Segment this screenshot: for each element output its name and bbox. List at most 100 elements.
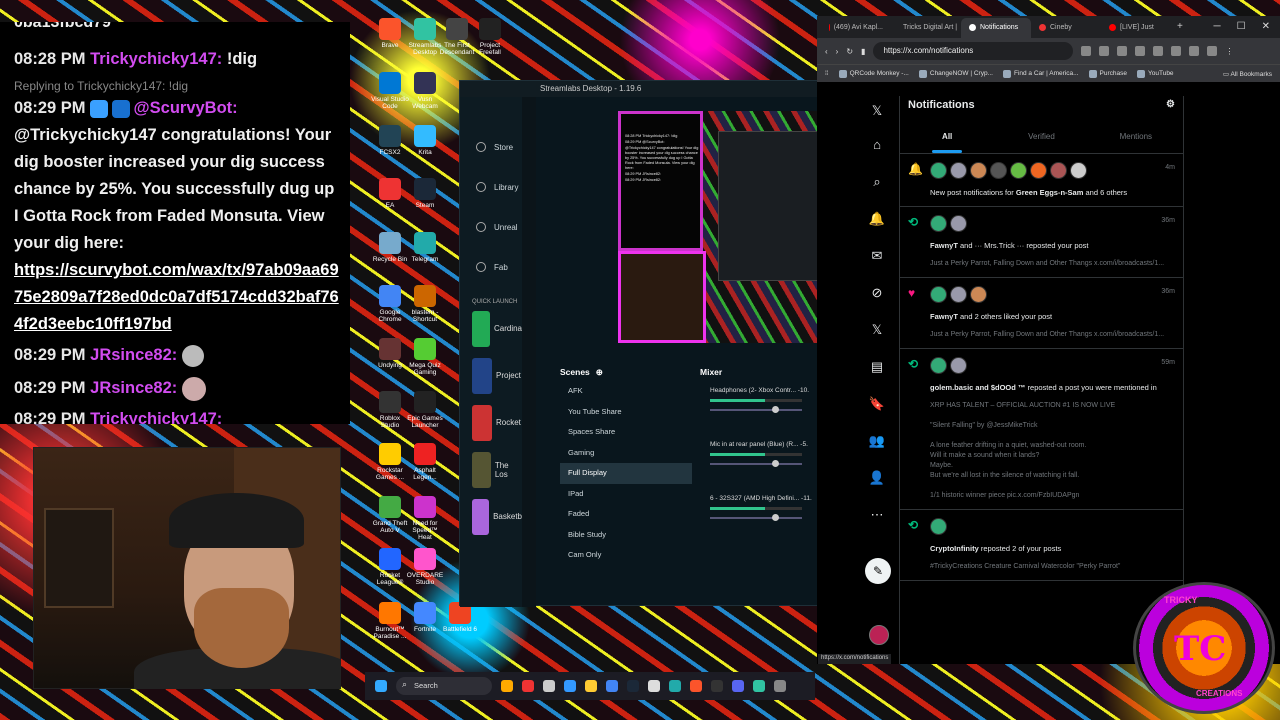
app-icon[interactable] (648, 680, 660, 692)
quick-launch-game[interactable]: Rocket (460, 399, 522, 446)
grok-icon[interactable]: ⊘ (865, 274, 889, 311)
desktop-icon[interactable]: Asphalt Legen... (405, 443, 445, 481)
scene-item[interactable]: Bible Study (560, 525, 692, 546)
nav-library[interactable]: Library (460, 167, 522, 207)
telegram-icon[interactable] (669, 680, 681, 692)
desktop-icon[interactable]: Vusn Webcam (405, 72, 445, 110)
notification-item[interactable]: ♥ 36m FawnyT and 2 others liked your post J… (900, 278, 1183, 349)
avatar[interactable] (990, 162, 1007, 179)
extension-icon[interactable] (1117, 46, 1128, 56)
browser-tab[interactable]: Notifications (961, 18, 1031, 38)
desktop-icon[interactable]: Rockstar Games ... (370, 443, 410, 481)
browser-tab[interactable]: Tricks Digital Art | (891, 18, 961, 38)
avatar[interactable] (950, 357, 967, 374)
nav-fab[interactable]: Fab (460, 247, 522, 287)
lists-icon[interactable]: ▤ (865, 348, 889, 385)
nav-store[interactable]: Store (460, 127, 522, 167)
avatar[interactable] (930, 215, 947, 232)
communities-icon[interactable]: 👥 (865, 422, 889, 459)
gear-icon[interactable]: ⚙ (1166, 99, 1175, 110)
mail-icon[interactable]: ✉ (865, 237, 889, 274)
browser-tab[interactable]: (469) Avi Kapl... (821, 18, 891, 38)
avatar[interactable] (930, 518, 947, 535)
bookmark-item[interactable]: YouTube (1137, 69, 1174, 78)
discord-icon[interactable] (732, 680, 744, 692)
url-field[interactable]: https://x.com/notifications (873, 42, 1074, 60)
app-icon[interactable] (522, 680, 534, 692)
avatar[interactable] (1050, 162, 1067, 179)
extension-icon[interactable] (1153, 46, 1164, 56)
extension-icon[interactable] (1189, 46, 1200, 56)
desktop-icon[interactable]: Mega Quiz Gaming (405, 338, 445, 376)
more-icon[interactable]: ⋯ (865, 496, 889, 533)
volume-slider[interactable] (710, 406, 802, 413)
scene-item[interactable]: AFK (560, 381, 692, 402)
taskbar-search[interactable]: Search (396, 677, 492, 695)
app-icon[interactable] (564, 680, 576, 692)
nav-unreal[interactable]: Unreal (460, 207, 522, 247)
desktop-icon[interactable]: OVERDARE Studio (405, 548, 445, 586)
desktop-icon[interactable]: Telegram (405, 232, 445, 263)
app-icon[interactable] (501, 680, 513, 692)
desktop-icon[interactable]: Brave (370, 18, 410, 49)
avatar[interactable] (930, 357, 947, 374)
desktop-icon[interactable]: Undying (370, 338, 410, 369)
avatar[interactable] (970, 286, 987, 303)
back-icon[interactable]: ‹ (825, 47, 828, 56)
add-scene-icon[interactable]: ⊕ (596, 367, 603, 378)
brave-icon[interactable] (690, 680, 702, 692)
desktop-icon[interactable]: Grand Theft Auto V (370, 496, 410, 534)
extension-icon[interactable] (1135, 46, 1146, 56)
bookmarks-icon[interactable]: 🔖 (865, 385, 889, 422)
browser-tab[interactable]: [LIVE] Just (1101, 18, 1171, 38)
avatar[interactable] (970, 162, 987, 179)
app-icon[interactable] (543, 680, 555, 692)
streamlabs-window[interactable]: Streamlabs Desktop - 1.19.6 Store Librar… (459, 80, 819, 607)
scene-item[interactable]: Faded (560, 504, 692, 525)
bookmark-icon[interactable]: ▮ (861, 47, 865, 56)
tab-all[interactable]: All (900, 116, 994, 153)
avatar[interactable] (950, 162, 967, 179)
streamlabs-icon[interactable] (753, 680, 765, 692)
desktop-icon[interactable]: Need for Speed™ Heat (405, 496, 445, 541)
avatar[interactable] (1030, 162, 1047, 179)
tab-verified[interactable]: Verified (994, 116, 1088, 153)
desktop-icon[interactable]: Roblox Studio (370, 391, 410, 429)
volume-knob[interactable] (772, 406, 779, 413)
desktop-icon[interactable]: Rocket League® (370, 548, 410, 586)
bell-icon[interactable]: 🔔 (865, 200, 889, 237)
home-icon[interactable]: ⌂ (865, 126, 889, 163)
quick-launch-game[interactable]: Cardina (460, 305, 522, 352)
x-premium-icon[interactable]: 𝕏 (865, 311, 889, 348)
app-icon[interactable] (711, 680, 723, 692)
avatar[interactable] (1010, 162, 1027, 179)
extension-icon[interactable] (1099, 46, 1110, 56)
avatar[interactable] (930, 162, 947, 179)
start-icon[interactable] (375, 680, 387, 692)
chrome-icon[interactable] (606, 680, 618, 692)
desktop-icon[interactable]: Recycle Bin (370, 232, 410, 263)
quick-launch-game[interactable]: The Los (460, 446, 522, 493)
bookmark-item[interactable]: Purchase (1088, 69, 1127, 78)
scene-item[interactable]: Full Display (560, 463, 692, 484)
desktop-icon[interactable]: EA (370, 178, 410, 209)
desktop-icon[interactable]: blastem - Shortcut (405, 285, 445, 323)
menu-icon[interactable]: ⋮ (1225, 47, 1233, 56)
apps-icon[interactable]: ⁞⁞ (825, 70, 829, 77)
extension-icon[interactable] (1207, 46, 1218, 56)
desktop-icon[interactable]: Project Freefall (470, 18, 510, 56)
browser-tab[interactable]: Cineby (1031, 18, 1101, 38)
notification-item[interactable]: ⟲ CryptoInfinity reposted 2 of your posts… (900, 510, 1183, 581)
x-logo-icon[interactable]: 𝕏 (865, 96, 889, 126)
avatar[interactable] (950, 215, 967, 232)
scene-item[interactable]: Cam Only (560, 545, 692, 566)
close-button[interactable]: ✕ (1262, 21, 1270, 32)
notification-item[interactable]: ⟲ 59m golem.basic and $dOOd ™ reposted a p… (900, 349, 1183, 510)
desktop-icon[interactable]: Fortnite (405, 602, 445, 633)
folder-icon[interactable] (585, 680, 597, 692)
avatar[interactable] (930, 286, 947, 303)
minimize-button[interactable]: ─ (1214, 21, 1221, 32)
all-bookmarks[interactable]: ▭ All Bookmarks (1223, 70, 1280, 78)
maximize-button[interactable]: ☐ (1237, 21, 1246, 32)
bookmark-item[interactable]: ChangeNOW | Cryp... (918, 69, 993, 78)
